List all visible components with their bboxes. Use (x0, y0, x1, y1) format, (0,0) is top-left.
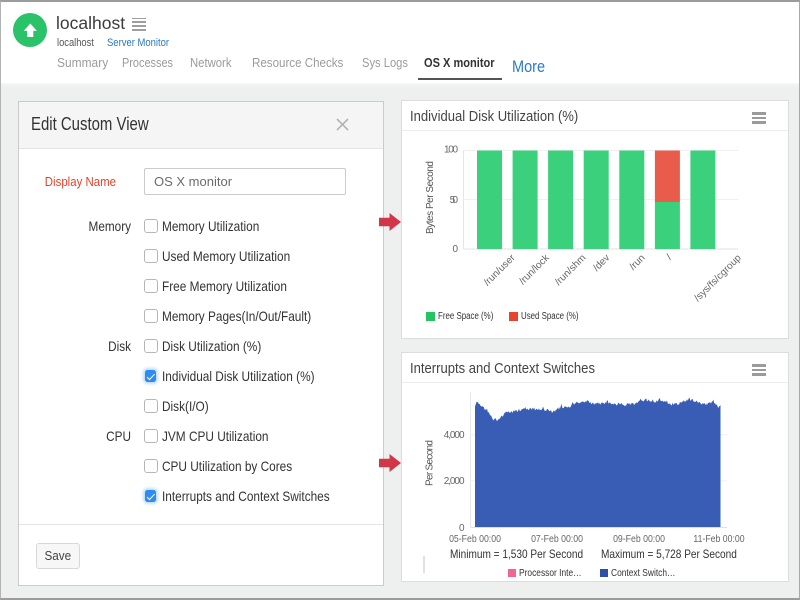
svg-text:50: 50 (450, 195, 459, 206)
svg-text:0: 0 (452, 244, 458, 255)
svg-text:4,000: 4,000 (444, 430, 465, 441)
svg-text:100: 100 (444, 145, 458, 156)
svg-text:2,000: 2,000 (444, 476, 465, 487)
svg-text:Per Second: Per Second (425, 440, 436, 486)
svg-text:Bytes Per Second: Bytes Per Second (425, 161, 436, 234)
